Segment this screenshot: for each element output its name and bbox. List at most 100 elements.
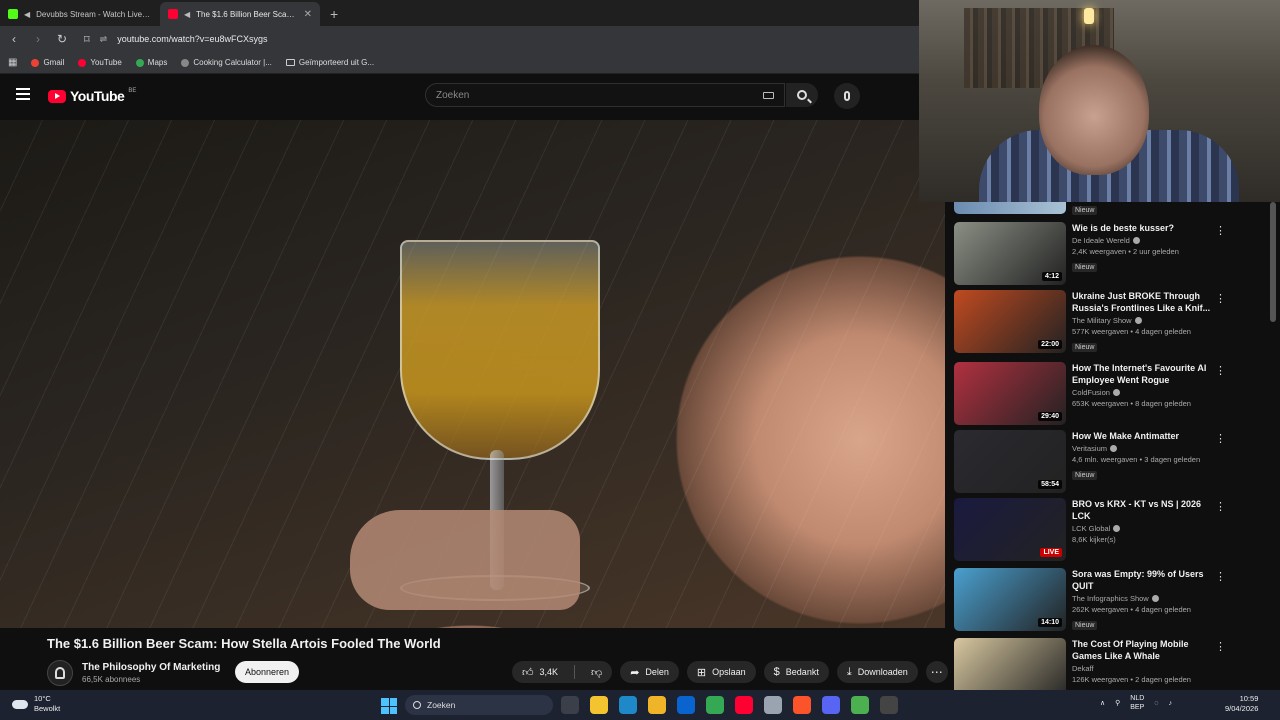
recommended-video[interactable]: 4:12 Wie is de beste kusser? De Ideale Wer…	[954, 222, 1254, 288]
video-title[interactable]: Ukraine Just BROKE Through Russia's Fron…	[1072, 290, 1212, 314]
taskbar-search[interactable]: Zoeken	[405, 695, 553, 715]
channel-row: The Infographics Show	[1072, 594, 1212, 603]
chrome-icon[interactable]	[706, 696, 724, 714]
site-info-icon[interactable]: ⇌	[100, 34, 108, 45]
sidebar-scrollbar[interactable]	[1270, 202, 1276, 322]
discord-icon[interactable]	[822, 696, 840, 714]
channel-name[interactable]: ColdFusion	[1072, 388, 1110, 397]
video-thumbnail[interactable]: 14:10	[954, 568, 1066, 631]
apps-grid-icon[interactable]: ▦	[8, 57, 17, 68]
video-thumbnail[interactable]: LIVE	[954, 498, 1066, 561]
bookmark-label: Geïmporteerd uit G...	[298, 58, 375, 67]
more-options-icon[interactable]: ⋮	[1215, 570, 1226, 583]
calculator-icon[interactable]	[590, 696, 608, 714]
save-button[interactable]: ⊞ Opslaan	[686, 661, 756, 683]
more-options-icon[interactable]: ⋮	[1215, 432, 1226, 445]
video-player[interactable]	[0, 120, 945, 628]
video-thumbnail[interactable]: 4:12	[954, 222, 1066, 285]
brave-icon[interactable]	[793, 696, 811, 714]
recommended-video[interactable]: 29:40 How The Internet's Favourite AI Emp…	[954, 362, 1254, 428]
tab-devubbs[interactable]: ◀ Devubbs Stream - Watch Live on	[0, 2, 160, 26]
video-title[interactable]: BRO vs KRX - KT vs NS | 2026 LCK	[1072, 498, 1212, 522]
subscribe-button[interactable]: Abonneren	[235, 661, 300, 683]
channel-name[interactable]: The Infographics Show	[1072, 594, 1149, 603]
chevron-up-icon[interactable]: ∧	[1100, 699, 1105, 707]
youtube-music-icon[interactable]	[735, 696, 753, 714]
channel-name[interactable]: Dekaff	[1072, 664, 1094, 673]
recommended-video[interactable]: 58:54 How We Make Antimatter Veritasium 4,6…	[954, 430, 1254, 496]
folder-icon[interactable]	[648, 696, 666, 714]
recommended-video[interactable]: 14:10 Sora was Empty: 99% of Users QUIT Th…	[954, 568, 1254, 634]
video-title[interactable]: The Cost Of Playing Mobile Games Like A …	[1072, 638, 1212, 662]
close-tab-icon[interactable]: ✕	[304, 9, 312, 20]
video-title[interactable]: How We Make Antimatter	[1072, 430, 1212, 442]
like-button[interactable]: 👍︎ 3,4K	[512, 661, 568, 683]
channel-name[interactable]: The Military Show	[1072, 316, 1132, 325]
save-label: Opslaan	[712, 667, 746, 677]
volume-icon[interactable]: ♪	[1168, 700, 1172, 707]
video-title[interactable]: How The Internet's Favourite AI Employee…	[1072, 362, 1212, 386]
bookmark-gmail[interactable]: Gmail	[31, 58, 64, 67]
bookmark-icon[interactable]: ⌑	[84, 33, 90, 46]
back-icon[interactable]: ‹	[4, 32, 24, 46]
share-button[interactable]: ➦ Delen	[620, 661, 679, 683]
more-options-icon[interactable]: ⋮	[1215, 500, 1226, 513]
search-button[interactable]	[786, 83, 818, 107]
video-thumbnail[interactable]: 22:00	[954, 290, 1066, 353]
more-options-icon[interactable]: ⋮	[1215, 364, 1226, 377]
more-actions-icon[interactable]: ⋯	[925, 661, 948, 683]
video-thumbnail[interactable]	[954, 638, 1066, 690]
video-title[interactable]: Wie is de beste kusser?	[1072, 222, 1212, 234]
network-icon[interactable]: ◌	[1154, 700, 1158, 707]
windows-start-icon[interactable]	[381, 698, 397, 714]
more-options-icon[interactable]: ⋮	[1215, 292, 1226, 305]
edge-icon[interactable]	[619, 696, 637, 714]
cloud-icon	[12, 699, 28, 709]
spreadsheet-icon[interactable]	[764, 696, 782, 714]
more-options-icon[interactable]: ⋮	[1215, 640, 1226, 653]
usb-icon[interactable]: ⚲	[1115, 699, 1120, 707]
channel-name[interactable]: De Ideale Wereld	[1072, 236, 1130, 245]
more-options-icon[interactable]: ⋮	[1215, 224, 1226, 237]
thanks-button[interactable]: $ Bedankt	[763, 661, 829, 683]
channel-name[interactable]: The Philosophy Of Marketing	[82, 662, 220, 673]
channel-name[interactable]: LCK Global	[1072, 524, 1110, 533]
address-bar[interactable]: ⌑ ⇌ youtube.com/watch?v=eu8wFCXsygs	[84, 29, 704, 49]
recommended-video[interactable]: 22:00 Ukraine Just BROKE Through Russia's…	[954, 290, 1254, 356]
new-tab-button[interactable]: +	[320, 2, 348, 26]
file-explorer-icon[interactable]	[561, 696, 579, 714]
bookmark-cooking-calculator[interactable]: Cooking Calculator |...	[181, 58, 272, 67]
bookmark-imported-folder[interactable]: Geïmporteerd uit G...	[285, 58, 375, 67]
youtube-logo[interactable]: YouTube BE	[48, 88, 136, 104]
folder-icon	[285, 59, 295, 66]
thumbs-down-icon: 👎︎	[591, 666, 603, 679]
video-duration: 29:40	[1038, 412, 1062, 421]
tab-youtube-video[interactable]: ◀ The $1.6 Billion Beer Scam: H ✕	[160, 2, 320, 26]
obs-icon[interactable]	[880, 696, 898, 714]
clock[interactable]: 10:59 9/04/2026	[1225, 694, 1258, 714]
app-icon[interactable]	[851, 696, 869, 714]
bookmark-youtube[interactable]: YouTube	[78, 58, 122, 67]
channel-name[interactable]: Veritasium	[1072, 444, 1107, 453]
download-button[interactable]: ⤓ Downloaden	[836, 661, 918, 683]
recommended-video[interactable]: The Cost Of Playing Mobile Games Like A …	[954, 638, 1254, 690]
forward-icon[interactable]: ›	[28, 32, 48, 46]
search-input[interactable]	[436, 89, 756, 101]
reload-icon[interactable]: ↻	[52, 32, 72, 46]
video-title[interactable]: Sora was Empty: 99% of Users QUIT	[1072, 568, 1212, 592]
voice-search-button[interactable]	[834, 83, 860, 109]
keyboard-icon[interactable]	[763, 92, 774, 99]
url-text: youtube.com/watch?v=eu8wFCXsygs	[117, 34, 268, 44]
weather-widget[interactable]: 10°C Bewolkt	[12, 694, 60, 714]
channel-avatar[interactable]	[47, 660, 73, 686]
youtube-icon	[78, 58, 87, 67]
menu-icon[interactable]	[16, 88, 30, 100]
dislike-button[interactable]: 👎︎	[581, 661, 612, 683]
video-meta: 2,4K weergaven • 2 uur geleden	[1072, 247, 1179, 256]
bookmark-maps[interactable]: Maps	[135, 58, 167, 67]
recommended-video[interactable]: LIVE BRO vs KRX - KT vs NS | 2026 LCK LCK …	[954, 498, 1254, 564]
outlook-icon[interactable]	[677, 696, 695, 714]
video-thumbnail[interactable]: 29:40	[954, 362, 1066, 425]
language-indicator[interactable]: NLD BEP	[1130, 694, 1144, 712]
video-thumbnail[interactable]: 58:54	[954, 430, 1066, 493]
